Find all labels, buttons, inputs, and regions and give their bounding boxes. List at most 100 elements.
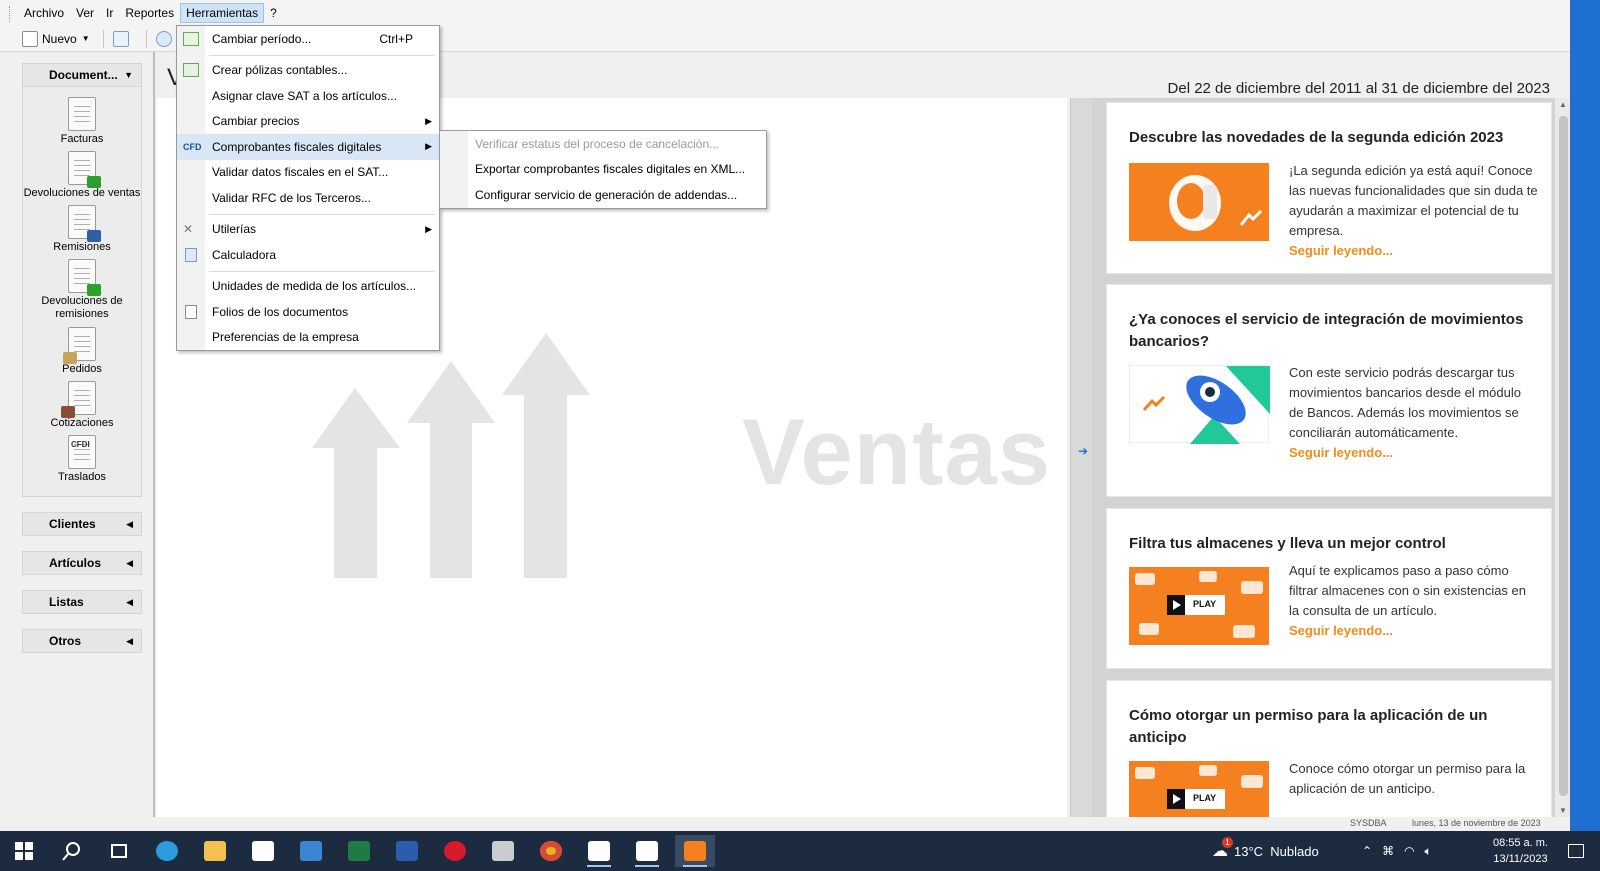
menu-help[interactable]: ? xyxy=(264,3,283,23)
transfer-icon: CFDI xyxy=(68,435,96,469)
menu-item-label: Cambiar período... xyxy=(212,31,312,46)
news-body: Conoce cómo otorgar un permiso para la a… xyxy=(1289,759,1539,799)
weather-widget[interactable]: ☁ 1 13°C Nublado xyxy=(1212,831,1319,871)
taskbar-excel[interactable] xyxy=(339,835,379,867)
clock[interactable]: 08:55 a. m. 13/11/2023 xyxy=(1493,835,1548,867)
folio-icon xyxy=(185,304,197,319)
nav-item-devoluciones-ventas[interactable]: Devoluciones de ventas xyxy=(23,151,141,199)
weather-text: 13°C Nublado xyxy=(1234,843,1319,859)
news-card: Descubre las novedades de la segunda edi… xyxy=(1106,102,1552,274)
menu-item-unidades-medida[interactable]: Unidades de medida de los artículos... xyxy=(177,274,439,300)
taskbar-app-2[interactable] xyxy=(627,835,667,867)
nav-group-documents-label: Document... xyxy=(49,68,118,82)
chevron-left-icon: ◀ xyxy=(126,635,133,646)
scroll-up-icon[interactable]: ▲ xyxy=(1559,100,1567,109)
nav-item-devoluciones-remisiones[interactable]: Devoluciones de remisiones xyxy=(23,259,141,321)
menu-item-preferencias[interactable]: Preferencias de la empresa xyxy=(177,325,439,351)
chevron-down-icon: ▼ xyxy=(124,70,133,80)
taskbar-app-1[interactable] xyxy=(579,835,619,867)
nav-item-remisiones[interactable]: Remisiones xyxy=(23,205,141,253)
news-card: ¿Ya conoces el servicio de integración d… xyxy=(1106,284,1552,497)
menu-ir[interactable]: Ir xyxy=(100,3,119,23)
scroll-down-icon[interactable]: ▼ xyxy=(1559,806,1567,815)
news-card: Cómo otorgar un permiso para la aplicaci… xyxy=(1106,680,1552,817)
video-thumbnail[interactable]: PLAY xyxy=(1129,567,1269,645)
read-more-link[interactable]: Seguir leyendo... xyxy=(1289,443,1539,463)
news-panel: Descubre las novedades de la segunda edi… xyxy=(1092,98,1572,817)
taskbar-explorer[interactable] xyxy=(195,835,235,867)
taskbar-mail[interactable] xyxy=(291,835,331,867)
taskbar-store[interactable] xyxy=(243,835,283,867)
start-button[interactable] xyxy=(4,835,44,867)
taskbar-opera[interactable] xyxy=(435,835,475,867)
new-document-icon xyxy=(22,30,38,47)
arrow-right-icon[interactable]: ➔ xyxy=(1078,444,1088,458)
menu-reportes[interactable]: Reportes xyxy=(119,3,180,23)
sales-return-icon xyxy=(68,151,101,188)
nav-item-cotizaciones[interactable]: Cotizaciones xyxy=(23,381,141,429)
submenu-item-configurar-addendas[interactable]: Configurar servicio de generación de add… xyxy=(440,182,766,208)
taskbar-word[interactable] xyxy=(387,835,427,867)
nav-group-clientes[interactable]: Clientes ◀ xyxy=(22,512,142,536)
menu-herramientas[interactable]: Herramientas xyxy=(180,3,265,23)
network-icon[interactable]: ⌘ xyxy=(1382,844,1394,858)
taskbar-edge[interactable] xyxy=(147,835,187,867)
new-button[interactable]: Nuevo ▼ xyxy=(18,28,94,50)
chevron-right-icon: ▶ xyxy=(425,223,432,234)
news-text: ¡La segunda edición ya está aquí! Conoce… xyxy=(1289,163,1538,238)
nav-documents-list: Facturas Devoluciones de ventas Remision… xyxy=(22,87,142,497)
volume-icon[interactable]: 🔈︎ xyxy=(1425,844,1432,859)
menu-archivo[interactable]: Archivo xyxy=(18,3,70,23)
news-text: Con este servicio podrás descargar tus m… xyxy=(1289,365,1521,440)
watermark-text: Ventas xyxy=(742,399,1052,504)
taskbar-calculator[interactable] xyxy=(483,835,523,867)
mail-icon xyxy=(300,841,322,861)
nav-item-traslados[interactable]: CFDI Traslados xyxy=(23,435,141,483)
scrollbar-thumb[interactable] xyxy=(1559,116,1568,796)
menu-item-validar-datos-sat[interactable]: Validar datos fiscales en el SAT... xyxy=(177,160,439,186)
chart-app-icon xyxy=(588,841,610,861)
video-thumbnail[interactable]: PLAY xyxy=(1129,761,1269,817)
submenu-item-exportar-xml[interactable]: Exportar comprobantes fiscales digitales… xyxy=(440,157,766,183)
chevron-up-icon[interactable]: ⌃ xyxy=(1362,844,1372,858)
menu-item-utilerias[interactable]: ✕ Utilerías ▶ xyxy=(177,217,439,243)
menu-item-label: Verificar estatus del proceso de cancela… xyxy=(475,136,720,151)
wifi-icon[interactable]: ◠ xyxy=(1404,844,1414,858)
read-more-link[interactable]: Seguir leyendo... xyxy=(1289,241,1539,261)
news-panel-splitter[interactable]: ➔ xyxy=(1070,98,1092,817)
chevron-down-icon[interactable]: ▼ xyxy=(82,34,90,43)
nav-item-pedidos[interactable]: Pedidos xyxy=(23,327,141,375)
ledger-icon xyxy=(183,63,199,78)
nav-item-facturas[interactable]: Facturas xyxy=(23,97,141,145)
nav-group-documents[interactable]: Document... ▼ xyxy=(22,63,142,87)
news-card: Filtra tus almacenes y lleva un mejor co… xyxy=(1106,508,1552,669)
nav-group-listas[interactable]: Listas ◀ xyxy=(22,590,142,614)
search-icon xyxy=(62,842,80,861)
search-button[interactable] xyxy=(52,835,92,867)
menu-item-calculadora[interactable]: Calculadora xyxy=(177,242,439,268)
read-more-link[interactable]: Seguir leyendo... xyxy=(1289,621,1539,641)
menu-item-folios[interactable]: Folios de los documentos xyxy=(177,299,439,325)
menu-ver[interactable]: Ver xyxy=(70,3,100,23)
app-window: Archivo Ver Ir Reportes Herramientas ? N… xyxy=(0,0,1600,831)
menu-item-crear-polizas[interactable]: Crear pólizas contables... xyxy=(177,58,439,84)
nav-group-otros[interactable]: Otros ◀ xyxy=(22,629,142,653)
clock-time: 08:55 a. m. xyxy=(1492,837,1548,849)
nav-item-label: Traslados xyxy=(58,471,106,483)
task-view-button[interactable] xyxy=(99,835,139,867)
nav-group-articulos[interactable]: Artículos ◀ xyxy=(22,551,142,575)
menu-item-cambiar-periodo[interactable]: Cambiar período... Ctrl+P xyxy=(177,26,439,52)
menu-item-asignar-clave-sat[interactable]: Asignar clave SAT a los artículos... xyxy=(177,83,439,109)
taskbar-chrome[interactable] xyxy=(531,835,571,867)
nav-item-label: Facturas xyxy=(60,133,104,145)
notifications-button[interactable] xyxy=(1556,835,1596,867)
taskbar-app-ventas[interactable] xyxy=(675,835,715,867)
menu-item-label: Calculadora xyxy=(212,247,277,262)
delivery-note-icon xyxy=(68,205,101,242)
menu-item-validar-rfc[interactable]: Validar RFC de los Terceros... xyxy=(177,185,439,211)
menu-item-cambiar-precios[interactable]: Cambiar precios ▶ xyxy=(177,109,439,135)
menu-item-comprobantes-fiscales[interactable]: CFD Comprobantes fiscales digitales ▶ xyxy=(177,134,439,160)
refresh-button[interactable] xyxy=(109,28,137,50)
nav-item-label: Devoluciones de ventas xyxy=(23,187,141,199)
folder-icon xyxy=(204,841,226,861)
